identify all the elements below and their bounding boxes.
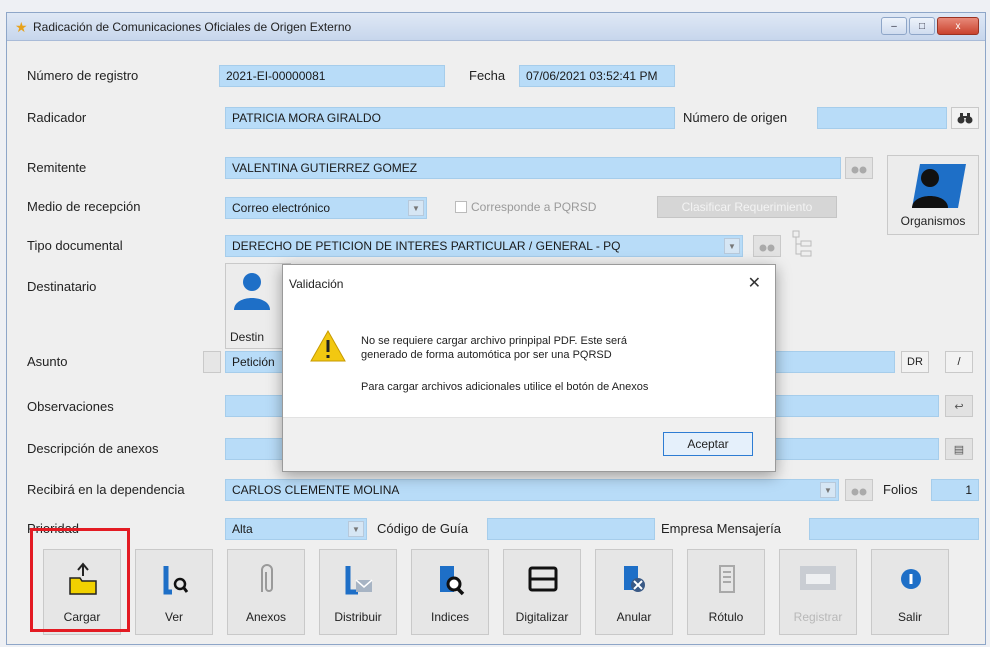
asunto-label: Asunto (27, 354, 68, 369)
cancel-document-icon (624, 566, 645, 592)
close-button[interactable]: x (937, 17, 979, 35)
numero-registro-label: Número de registro (27, 68, 139, 83)
empresa-mensajeria-field[interactable] (809, 518, 979, 540)
registrar-button[interactable]: Registrar (779, 549, 857, 635)
label-icon (719, 565, 735, 593)
prioridad-value: Alta (232, 522, 253, 536)
window-title: Radicación de Comunicaciones Oficiales d… (33, 20, 352, 34)
search-remitente-icon[interactable] (845, 157, 873, 179)
pqrsd-checkbox[interactable]: Corresponde a PQRSD (455, 200, 596, 214)
medio-recepcion-select[interactable]: Correo electrónico ▼ (225, 197, 427, 219)
fecha-field[interactable]: 07/06/2021 03:52:41 PM (519, 65, 675, 87)
edit-icon[interactable]: / (945, 351, 973, 373)
person-icon (234, 273, 270, 310)
distribuir-button[interactable]: Distribuir (319, 549, 397, 635)
ver-label: Ver (164, 610, 183, 624)
paperclip-icon (261, 564, 273, 592)
numero-origen-field[interactable] (817, 107, 947, 129)
chevron-down-icon[interactable]: ▼ (408, 200, 424, 216)
window-controls: – □ x (881, 17, 979, 35)
destinatario-button-label: Destin (230, 330, 265, 344)
pqrsd-checkbox-label: Corresponde a PQRSD (471, 200, 597, 214)
medio-recepcion-value: Correo electrónico (232, 201, 331, 215)
codigo-guia-field[interactable] (487, 518, 655, 540)
tipo-documental-select[interactable]: DERECHO DE PETICION DE INTERES PARTICULA… (225, 235, 743, 257)
observaciones-label: Observaciones (27, 399, 114, 414)
empresa-mensajeria-label: Empresa Mensajería (661, 521, 781, 536)
descripcion-anexos-label: Descripción de anexos (27, 441, 159, 456)
chevron-down-icon[interactable]: ▼ (348, 521, 364, 537)
digitalizar-button[interactable]: Digitalizar (503, 549, 581, 635)
dialog-message-line-1: No se requiere cargar archivo prinpipal … (361, 335, 627, 347)
numero-registro-field[interactable]: 2021-EI-00000081 (219, 65, 445, 87)
digitalizar-label: Digitalizar (515, 610, 569, 624)
registrar-label: Registrar (793, 610, 843, 624)
tree-list-icon[interactable] (791, 229, 815, 263)
rotulo-label: Rótulo (708, 610, 744, 624)
clasificar-requerimiento-button[interactable]: Clasificar Requerimiento (657, 196, 837, 218)
anular-label: Anular (616, 610, 652, 624)
numero-origen-label: Número de origen (683, 110, 788, 125)
radicador-field[interactable]: PATRICIA MORA GIRALDO (225, 107, 675, 129)
indices-label: Indices (430, 610, 470, 624)
dialog-footer: Aceptar (283, 417, 775, 471)
validation-dialog: Validación ✕ No se requiere cargar archi… (282, 264, 776, 472)
ver-button[interactable]: Ver (135, 549, 213, 635)
index-search-icon (440, 566, 465, 596)
fecha-label: Fecha (469, 68, 506, 83)
remitente-field[interactable]: VALENTINA GUTIERREZ GOMEZ (225, 157, 841, 179)
distribute-icon (345, 566, 373, 595)
dialog-message-line-2: generado de forma automótica por ser una… (361, 349, 612, 361)
chevron-down-icon[interactable]: ▼ (820, 482, 836, 498)
salir-button[interactable]: Salir (871, 549, 949, 635)
dialog-close-icon[interactable]: ✕ (748, 273, 761, 293)
observaciones-action-icon[interactable]: ↩ (945, 395, 973, 417)
salir-label: Salir (897, 610, 922, 624)
chevron-down-icon[interactable]: ▼ (724, 238, 740, 254)
recibira-label: Recibirá en la dependencia (27, 482, 185, 497)
aceptar-button[interactable]: Aceptar (663, 432, 753, 456)
rotulo-button[interactable]: Rótulo (687, 549, 765, 635)
tipo-documental-label: Tipo documental (27, 238, 123, 253)
distribuir-label: Distribuir (334, 610, 382, 624)
view-document-icon (163, 566, 189, 595)
dr-button[interactable]: DR (901, 351, 929, 373)
tipo-documental-value: DERECHO DE PETICION DE INTERES PARTICULA… (232, 239, 621, 253)
medio-recepcion-label: Medio de recepción (27, 199, 141, 214)
dialog-message-line-3: Para cargar archivos adicionales utilice… (361, 381, 649, 393)
anexos-button[interactable]: Anexos (227, 549, 305, 635)
register-icon (800, 566, 836, 590)
scanner-icon (528, 566, 558, 592)
organization-icon (912, 164, 966, 208)
folios-label: Folios (883, 482, 918, 497)
anexos-label: Anexos (245, 610, 287, 624)
maximize-button[interactable]: □ (909, 17, 935, 35)
anular-button[interactable]: Anular (595, 549, 673, 635)
title-bar: ★ Radicación de Comunicaciones Oficiales… (7, 13, 985, 41)
cargar-highlight (30, 528, 130, 632)
folios-field[interactable]: 1 (931, 479, 979, 501)
app-icon: ★ (15, 19, 28, 35)
organismos-label: Organismos (900, 214, 966, 228)
destinatario-label: Destinatario (27, 279, 97, 294)
minimize-button[interactable]: – (881, 17, 907, 35)
remitente-label: Remitente (27, 160, 87, 175)
exit-icon (901, 569, 921, 589)
warning-icon (310, 329, 346, 362)
binoculars-icon[interactable] (951, 107, 979, 129)
asunto-expand-button[interactable] (203, 351, 221, 373)
recibira-select[interactable]: CARLOS CLEMENTE MOLINA ▼ (225, 479, 839, 501)
search-tipo-icon[interactable] (753, 235, 781, 257)
codigo-guia-label: Código de Guía (377, 521, 469, 536)
recibira-value: CARLOS CLEMENTE MOLINA (232, 483, 400, 497)
descripcion-action-icon[interactable]: ▤ (945, 438, 973, 460)
dialog-title: Validación (289, 277, 344, 291)
search-dependencia-icon[interactable] (845, 479, 873, 501)
checkbox-box (455, 201, 467, 213)
indices-button[interactable]: Indices (411, 549, 489, 635)
prioridad-select[interactable]: Alta ▼ (225, 518, 367, 540)
radicador-label: Radicador (27, 110, 87, 125)
organismos-button[interactable]: Organismos (887, 155, 979, 235)
